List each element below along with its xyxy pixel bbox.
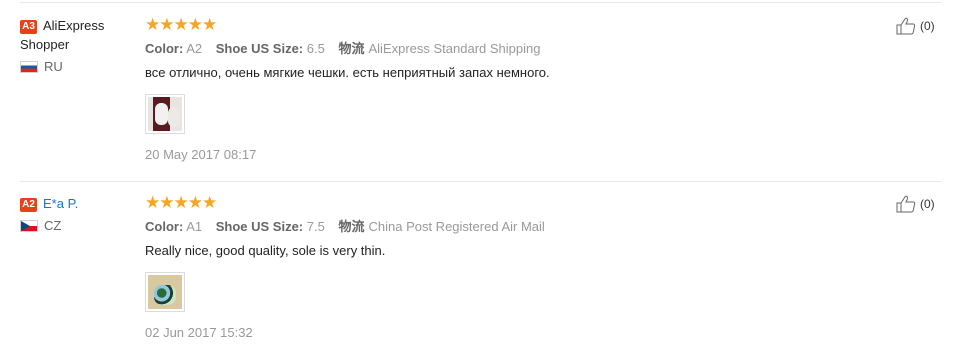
reviewer-name[interactable]: A2 E*a P. <box>20 194 130 213</box>
size-label: Shoe US Size: <box>215 219 304 234</box>
star-rating: ★★★★★ <box>145 193 217 212</box>
helpful-button[interactable]: (0) <box>896 195 935 213</box>
review-date: 02 Jun 2017 15:32 <box>145 325 253 340</box>
reviewer-country: CZ <box>20 218 130 233</box>
country-code: RU <box>44 59 63 74</box>
buyer-level-badge: A3 <box>20 20 37 34</box>
size-value: 6.5 <box>306 41 325 56</box>
order-info: Color: A2 Shoe US Size: 6.5 物流 AliExpress… <box>145 40 865 58</box>
size-value: 7.5 <box>306 219 325 234</box>
helpful-button[interactable]: (0) <box>896 17 935 35</box>
review-item: A3 AliExpress Shopper RU ★★★★★ Color: A2 … <box>0 4 972 181</box>
thumbs-up-icon <box>896 195 916 213</box>
russia-flag-icon <box>20 60 38 73</box>
reviewer-name: A3 AliExpress Shopper <box>20 16 130 54</box>
color-value: A2 <box>186 41 203 56</box>
czech-flag-icon <box>20 219 38 232</box>
review-text: все отлично, очень мягкие чешки. есть не… <box>145 65 550 80</box>
top-divider <box>20 2 941 3</box>
reviewer-info: A2 E*a P. CZ <box>20 194 130 233</box>
shipping-method: AliExpress Standard Shipping <box>368 41 541 56</box>
color-label: Color: <box>145 219 184 234</box>
size-label: Shoe US Size: <box>215 41 304 56</box>
helpful-count: (0) <box>920 197 935 211</box>
review-item: A2 E*a P. CZ ★★★★★ Color: A1 Shoe US Size… <box>20 181 941 359</box>
shipping-label: 物流 <box>338 41 365 56</box>
shipping-label: 物流 <box>338 219 365 234</box>
helpful-count: (0) <box>920 19 935 33</box>
reviewer-country: RU <box>20 59 130 74</box>
shipping-method: China Post Registered Air Mail <box>368 219 545 234</box>
buyer-level-badge: A2 <box>20 198 37 212</box>
reviewer-info: A3 AliExpress Shopper RU <box>20 16 130 74</box>
color-label: Color: <box>145 41 184 56</box>
review-content: ★★★★★ Color: A2 Shoe US Size: 6.5 物流 AliE… <box>145 15 865 164</box>
country-code: CZ <box>44 218 62 233</box>
review-photo-thumbnail[interactable] <box>145 272 185 312</box>
reviewer-name-link[interactable]: E*a P. <box>43 196 78 211</box>
star-rating: ★★★★★ <box>145 15 217 34</box>
color-value: A1 <box>186 219 203 234</box>
review-text: Really nice, good quality, sole is very … <box>145 243 386 258</box>
review-content: ★★★★★ Color: A1 Shoe US Size: 7.5 物流 Chin… <box>145 193 865 342</box>
order-info: Color: A1 Shoe US Size: 7.5 物流 China Post… <box>145 218 865 236</box>
review-date: 20 May 2017 08:17 <box>145 147 257 162</box>
review-photo-thumbnail[interactable] <box>145 94 185 134</box>
thumbs-up-icon <box>896 17 916 35</box>
